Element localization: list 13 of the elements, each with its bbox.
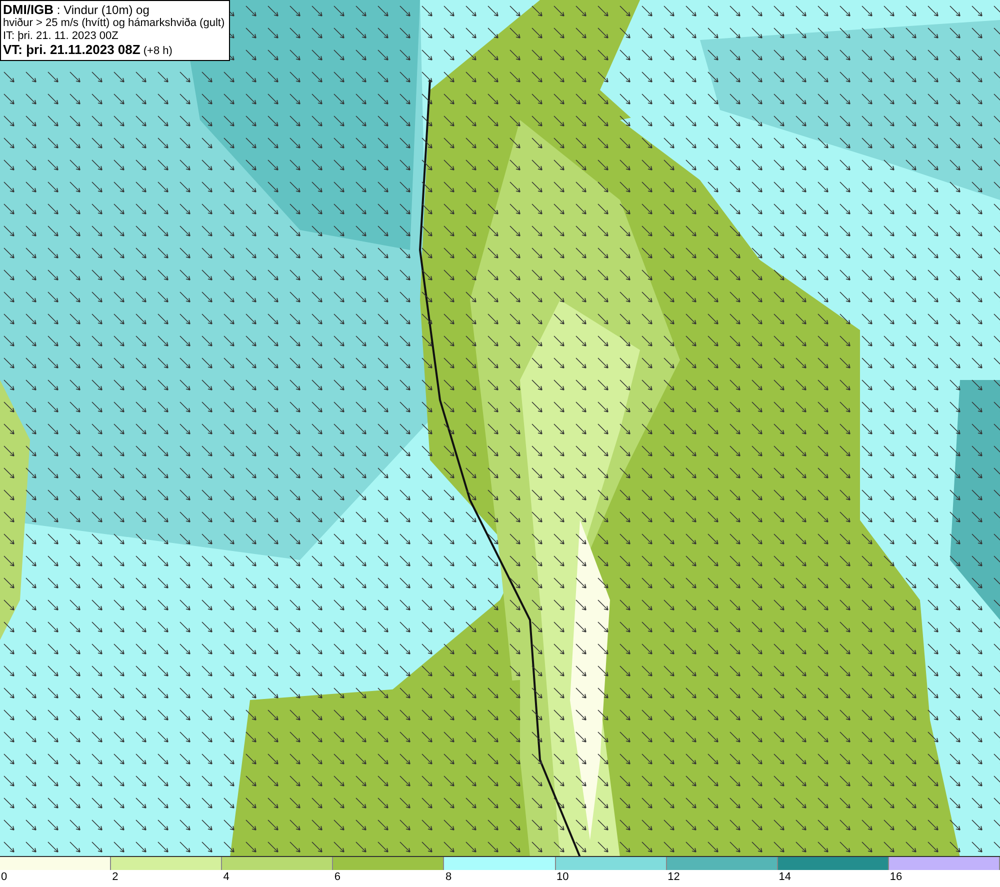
legend-tick-label: 0 [0,870,8,884]
legend-tick-label: 8 [444,870,452,884]
legend-tick-label: 2 [111,870,118,884]
legend-tick-label: 6 [333,870,340,884]
title-line: hviður > 25 m/s (hvítt) og hámarkshviða (gult) [3,17,225,30]
legend-tick-label: 12 [666,870,680,884]
title-line: DMI/IGB : Vindur (10m) og [3,3,150,17]
legend-tick-label: 16 [888,870,902,884]
legend-tick-label: 4 [222,870,230,884]
legend-tick-label: 10 [556,870,569,884]
title-line: IT: þri. 21. 11. 2023 00Z [3,30,120,43]
title-line: VT: þri. 21.11.2023 08Z (+8 h) [3,43,174,58]
legend-tick-label: 14 [778,870,792,884]
